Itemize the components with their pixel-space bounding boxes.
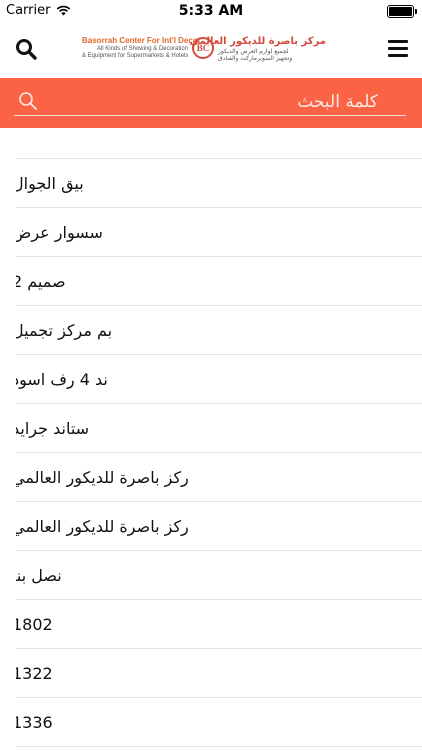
search-input[interactable] [14,88,406,116]
list-item-label: ند 4 رف اسود [16,369,108,389]
list-item-label: ركز باصرة للديكور العالمي [16,516,189,536]
status-time: 5:33 AM [178,3,244,19]
logo-arabic-text: مركز باصرة للديكور العالمي لجميع لوازم ا… [189,36,326,62]
list-item-label: ركز باصرة للديكور العالمي [16,467,189,487]
search-bar [0,78,422,128]
list-item[interactable]: بيق الجوال [16,159,422,208]
list-item-label: 1336 [16,712,53,732]
list-spacer-row [16,128,422,159]
logo-english-text: Basorrah Center For Int'l Decor All Kind… [82,36,201,59]
list-item[interactable]: 1336 [16,698,422,747]
list-item[interactable]: 1802 [16,600,422,649]
list-item-label: نصل بنا [16,565,62,585]
list-item[interactable]: بم مركز تجميل [16,306,422,355]
list-item[interactable]: ند 4 رف اسود [16,355,422,404]
list-item-label: سسوار عرض [16,222,103,242]
list-item-label: بم مركز تجميل [16,320,113,340]
list-item-label: بيق الجوال [16,173,84,193]
battery-icon [387,5,417,18]
list-item[interactable]: ستاند جرايد [16,404,422,453]
search-icon [16,39,37,60]
list-item[interactable]: نصل بنا [16,551,422,600]
list-item-label: 1322 [16,663,53,683]
list-item-label: صميم 2 [16,271,66,291]
list-item-label: ستاند جرايد [16,418,90,438]
list-item-label: 1802 [16,614,53,634]
menu-icon [388,40,408,43]
list-item-label [16,128,422,158]
results-list: بيق الجوال سسوار عرض صميم 2 بم مركز تجميل ند… [0,128,422,750]
nav-bar: Basorrah Center For Int'l Decor All Kind… [0,22,422,78]
status-bar: Carrier 5:33 AM [0,0,422,22]
list-item[interactable]: ركز باصرة للديكور العالمي [16,502,422,551]
list-item[interactable]: 1322 [16,649,422,698]
search-button[interactable] [14,37,38,61]
list-item[interactable]: صميم 2 [16,257,422,306]
brand-logo: Basorrah Center For Int'l Decor All Kind… [82,36,326,70]
menu-button[interactable] [388,40,408,58]
list-item[interactable]: ركز باصرة للديكور العالمي [16,453,422,502]
list-item[interactable]: سسوار عرض [16,208,422,257]
